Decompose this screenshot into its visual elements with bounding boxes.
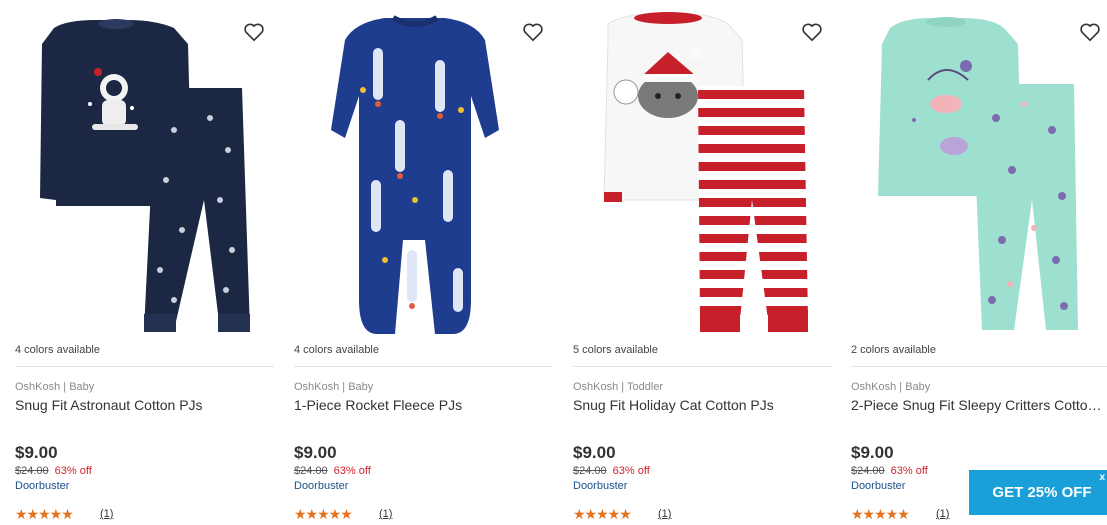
discount-label: 63% off: [54, 465, 92, 477]
review-count[interactable]: (1): [379, 508, 392, 520]
original-price: $24.00: [15, 465, 49, 477]
original-price: $24.00: [573, 465, 607, 477]
heart-icon[interactable]: [801, 22, 823, 42]
product-title[interactable]: Snug Fit Holiday Cat Cotton PJs: [573, 397, 829, 413]
star-rating[interactable]: ★★★★★: [851, 506, 910, 523]
discount-label: 63% off: [612, 465, 650, 477]
product-title[interactable]: 2-Piece Snug Fit Sleepy Critters Cotton …: [851, 397, 1107, 413]
doorbuster-badge: Doorbuster: [573, 480, 628, 492]
sale-price: $9.00: [851, 443, 894, 462]
star-rating[interactable]: ★★★★★: [573, 506, 632, 523]
product-grid: 4 colors available OshKosh | Baby Snug F…: [0, 0, 1107, 525]
original-price: $24.00: [294, 465, 328, 477]
product-title[interactable]: 1-Piece Rocket Fleece PJs: [294, 397, 550, 413]
brand-label: OshKosh | Baby: [294, 381, 374, 393]
original-price-row: $24.00 63% off: [573, 465, 650, 477]
astronaut-pajama-set-image[interactable]: [6, 0, 271, 340]
heart-icon[interactable]: [1079, 22, 1101, 42]
product-card[interactable]: 5 colors available OshKosh | Toddler Snu…: [564, 0, 832, 525]
close-icon[interactable]: x: [1099, 472, 1105, 483]
sale-price: $9.00: [15, 443, 58, 462]
colors-available[interactable]: 2 colors available: [851, 344, 936, 356]
divider: [294, 366, 553, 367]
doorbuster-badge: Doorbuster: [15, 480, 70, 492]
star-rating[interactable]: ★★★★★: [294, 506, 353, 523]
brand-label: OshKosh | Baby: [851, 381, 931, 393]
sale-price: $9.00: [573, 443, 616, 462]
promo-label: GET 25% OFF: [992, 484, 1092, 501]
discount-label: 63% off: [890, 465, 928, 477]
sleepy-critters-pajama-set-image[interactable]: [842, 0, 1107, 340]
discount-label: 63% off: [333, 465, 371, 477]
colors-available[interactable]: 4 colors available: [294, 344, 379, 356]
review-count[interactable]: (1): [936, 508, 949, 520]
colors-available[interactable]: 4 colors available: [15, 344, 100, 356]
promo-banner-button[interactable]: GET 25% OFF x: [969, 470, 1107, 515]
divider: [851, 366, 1107, 367]
star-rating[interactable]: ★★★★★: [15, 506, 74, 523]
doorbuster-badge: Doorbuster: [851, 480, 906, 492]
divider: [15, 366, 274, 367]
original-price-row: $24.00 63% off: [15, 465, 92, 477]
original-price-row: $24.00 63% off: [294, 465, 371, 477]
colors-available[interactable]: 5 colors available: [573, 344, 658, 356]
sale-price: $9.00: [294, 443, 337, 462]
divider: [573, 366, 832, 367]
product-title[interactable]: Snug Fit Astronaut Cotton PJs: [15, 397, 271, 413]
doorbuster-badge: Doorbuster: [294, 480, 349, 492]
heart-icon[interactable]: [243, 22, 265, 42]
review-count[interactable]: (1): [658, 508, 671, 520]
brand-label: OshKosh | Toddler: [573, 381, 664, 393]
brand-label: OshKosh | Baby: [15, 381, 95, 393]
product-card[interactable]: 4 colors available OshKosh | Baby 1-Piec…: [285, 0, 553, 525]
original-price-row: $24.00 63% off: [851, 465, 928, 477]
product-card[interactable]: 2 colors available OshKosh | Baby 2-Piec…: [842, 0, 1107, 525]
rocket-footed-pajama-image[interactable]: [285, 0, 550, 340]
original-price: $24.00: [851, 465, 885, 477]
review-count[interactable]: (1): [100, 508, 113, 520]
heart-icon[interactable]: [522, 22, 544, 42]
holiday-cat-pajama-set-image[interactable]: [564, 0, 829, 340]
product-card[interactable]: 4 colors available OshKosh | Baby Snug F…: [6, 0, 274, 525]
